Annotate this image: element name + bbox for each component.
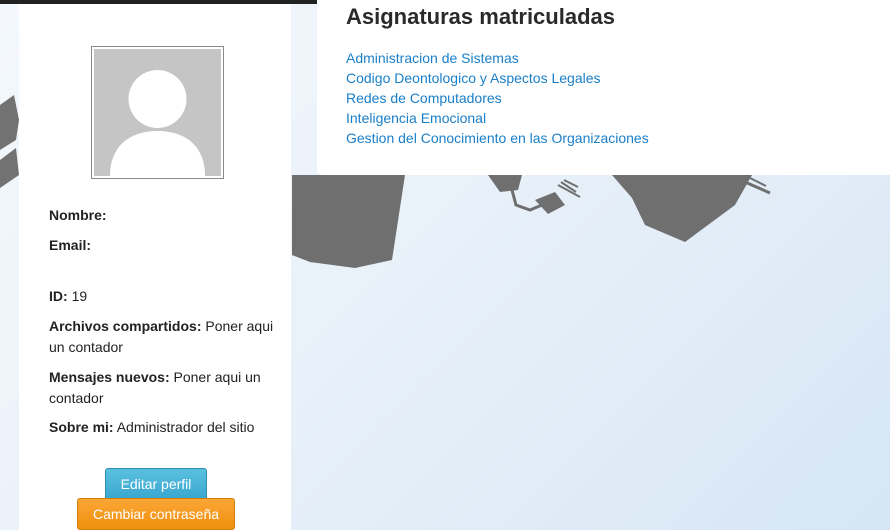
graduation-cap-icon — [0, 148, 19, 188]
subject-link[interactable]: Inteligencia Emocional — [346, 110, 486, 126]
profile-messages-label: Mensajes nuevos: — [49, 369, 170, 385]
subject-list: Administracion de Sistemas Codigo Deonto… — [346, 48, 649, 148]
change-password-button[interactable]: Cambiar contraseña — [77, 498, 235, 530]
profile-name-label: Nombre: — [49, 207, 107, 223]
default-avatar-icon — [94, 49, 221, 176]
graduation-cap-icon — [0, 95, 19, 150]
profile-sidebar: Nombre: Email: ID: 19 Archivos compartid… — [19, 4, 291, 530]
list-item: Inteligencia Emocional — [346, 108, 649, 128]
enrolled-subjects-panel: Asignaturas matriculadas Administracion … — [317, 0, 890, 175]
profile-id-value: 19 — [71, 288, 88, 304]
graduation-cap-icon — [488, 175, 581, 214]
subject-link[interactable]: Codigo Deontologico y Aspectos Legales — [346, 70, 601, 86]
profile-id-label: ID: — [49, 288, 68, 304]
list-item: Redes de Computadores — [346, 88, 649, 108]
avatar — [91, 46, 224, 179]
graduation-cap-icon — [612, 175, 771, 242]
graduation-cap-icon — [292, 175, 405, 268]
profile-id-row: ID: 19 — [49, 286, 274, 307]
subject-link[interactable]: Administracion de Sistemas — [346, 50, 519, 66]
profile-email-label: Email: — [49, 237, 92, 253]
list-item: Codigo Deontologico y Aspectos Legales — [346, 68, 649, 88]
profile-about-label: Sobre mi: — [49, 419, 114, 435]
profile-email-row: Email: — [49, 235, 274, 256]
profile-about-row: Sobre mi: Administrador del sitio — [49, 417, 274, 438]
profile-files-row: Archivos compartidos: Poner aqui un cont… — [49, 316, 274, 358]
profile-files-label: Archivos compartidos: — [49, 318, 202, 334]
profile-messages-row: Mensajes nuevos: Poner aqui un contador — [49, 367, 274, 409]
subject-link[interactable]: Gestion del Conocimiento en las Organiza… — [346, 130, 649, 146]
list-item: Administracion de Sistemas — [346, 48, 649, 68]
list-item: Gestion del Conocimiento en las Organiza… — [346, 128, 649, 148]
profile-about-value: Administrador del sitio — [116, 419, 255, 435]
page-title: Asignaturas matriculadas — [346, 4, 615, 29]
subject-link[interactable]: Redes de Computadores — [346, 90, 502, 106]
edit-profile-button[interactable]: Editar perfil — [105, 468, 207, 500]
profile-name-row: Nombre: — [49, 205, 274, 226]
